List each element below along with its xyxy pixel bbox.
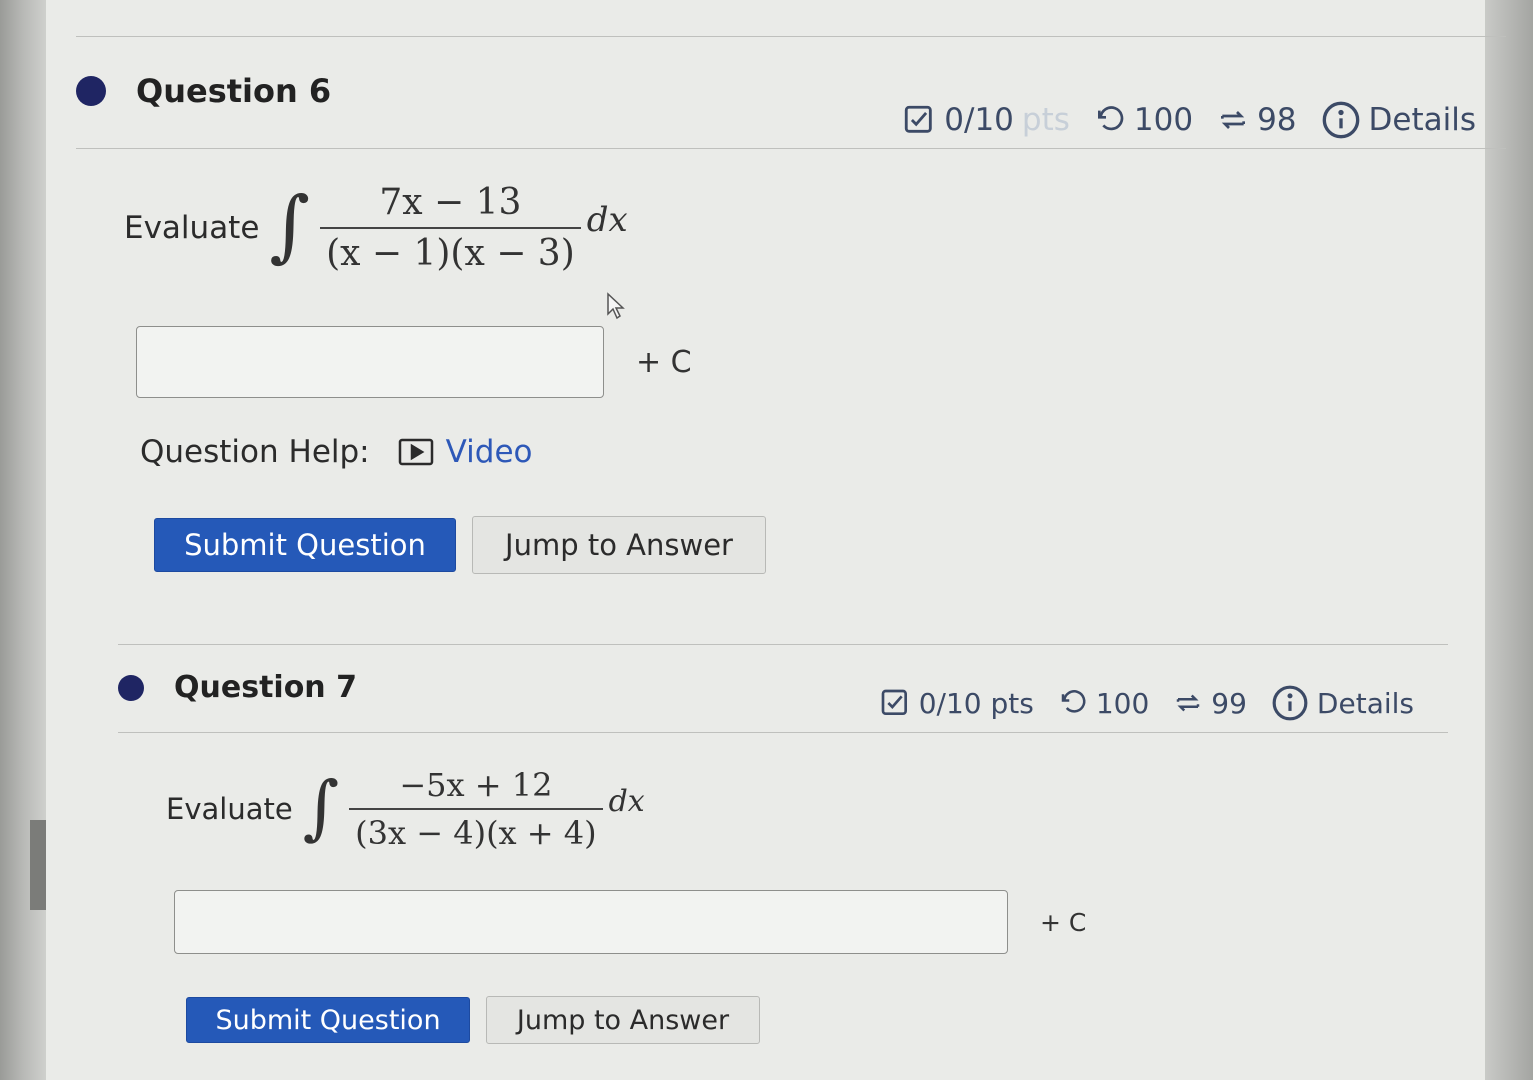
question-title: Question 7 [174,670,357,705]
plus-c-label: + C [1040,907,1087,937]
question-7: Question 7 0/10 pts 100 99 Details Evalu… [118,640,1448,1080]
jump-to-answer-button[interactable]: Jump to Answer [486,996,760,1044]
answer-row: + C [174,890,1086,954]
integral-sign: ∫ [269,181,311,271]
details-label: Details [1316,686,1414,720]
evaluate-label: Evaluate [124,210,260,246]
details-link[interactable]: Details [1321,100,1476,140]
integrand-fraction: −5x + 12 (3x − 4)(x + 4) [349,766,603,852]
submit-question-button[interactable]: Submit Question [154,518,456,572]
divider [76,36,1506,37]
question-bullet [118,674,144,701]
divider [118,644,1448,645]
fraction-bar [320,227,581,229]
undo-icon [1097,106,1124,131]
checkbox-edit-icon [905,105,933,133]
denominator: (3x − 4)(x + 4) [355,814,597,852]
undo-icon [1061,690,1086,713]
attempts-value: 100 [1095,686,1150,720]
question-actions: Submit Question Jump to Answer [186,996,760,1044]
problem-statement: Evaluate ∫ −5x + 12 (3x − 4)(x + 4) dx [166,766,645,852]
divider [76,148,1506,149]
retry-icon [1177,694,1200,712]
differential: dx [586,200,628,240]
screen: Question 6 0/10 pts 100 98 Details Evalu… [46,0,1506,1080]
checkbox-edit-icon [881,689,907,715]
plus-c-label: + C [636,344,692,380]
help-label: Question Help: [140,434,370,470]
question-meta: 0/10 pts 100 98 Details [902,100,1476,140]
question-meta: 0/10 pts 100 99 Details [879,684,1414,722]
info-circle-icon [1322,101,1359,139]
answer-input[interactable] [174,890,1008,954]
retries-value: 98 [1257,102,1297,138]
integrand-fraction: 7x − 13 (x − 1)(x − 3) [320,182,581,274]
question-6: Question 6 0/10 pts 100 98 Details Evalu… [76,36,1506,596]
retries-value: 99 [1211,686,1247,720]
answer-row: + C [136,326,692,398]
numerator: −5x + 12 [399,766,553,804]
differential: dx [608,783,645,819]
details-link[interactable]: Details [1271,684,1414,722]
video-link[interactable]: Video [398,434,533,470]
video-play-icon [398,438,433,466]
monitor-bezel-left [0,0,46,1080]
integral-sign: ∫ [302,766,340,848]
question-bullet [76,76,106,106]
divider [118,732,1448,733]
question-help: Question Help: Video [140,434,532,470]
numerator: 7x − 13 [379,182,522,223]
problem-statement: Evaluate ∫ 7x − 13 (x − 1)(x − 3) dx [124,182,628,274]
retry-icon [1221,111,1246,129]
question-title: Question 6 [136,72,332,110]
attempts-value: 100 [1133,102,1194,138]
evaluate-label: Evaluate [166,792,293,826]
video-label: Video [445,434,533,470]
fraction-bar [349,808,603,810]
mouse-pointer-icon [607,292,625,320]
attempts-indicator: 100 [1094,102,1193,138]
score-indicator: 0/10 pts [902,102,1070,138]
attempts-indicator: 100 [1058,687,1149,720]
details-label: Details [1368,102,1476,138]
jump-to-answer-button[interactable]: Jump to Answer [472,516,766,574]
info-circle-icon [1272,685,1308,721]
answer-input[interactable] [136,326,604,398]
score-indicator: 0/10 pts [879,687,1034,720]
submit-question-button[interactable]: Submit Question [186,997,470,1043]
question-actions: Submit Question Jump to Answer [154,516,766,574]
retries-indicator: 99 [1173,687,1247,720]
score-value: 0/10 [944,102,1014,138]
denominator: (x − 1)(x − 3) [326,233,575,274]
score-value: 0/10 pts [918,686,1034,720]
score-unit: pts [1021,102,1070,138]
retries-indicator: 98 [1217,102,1297,138]
